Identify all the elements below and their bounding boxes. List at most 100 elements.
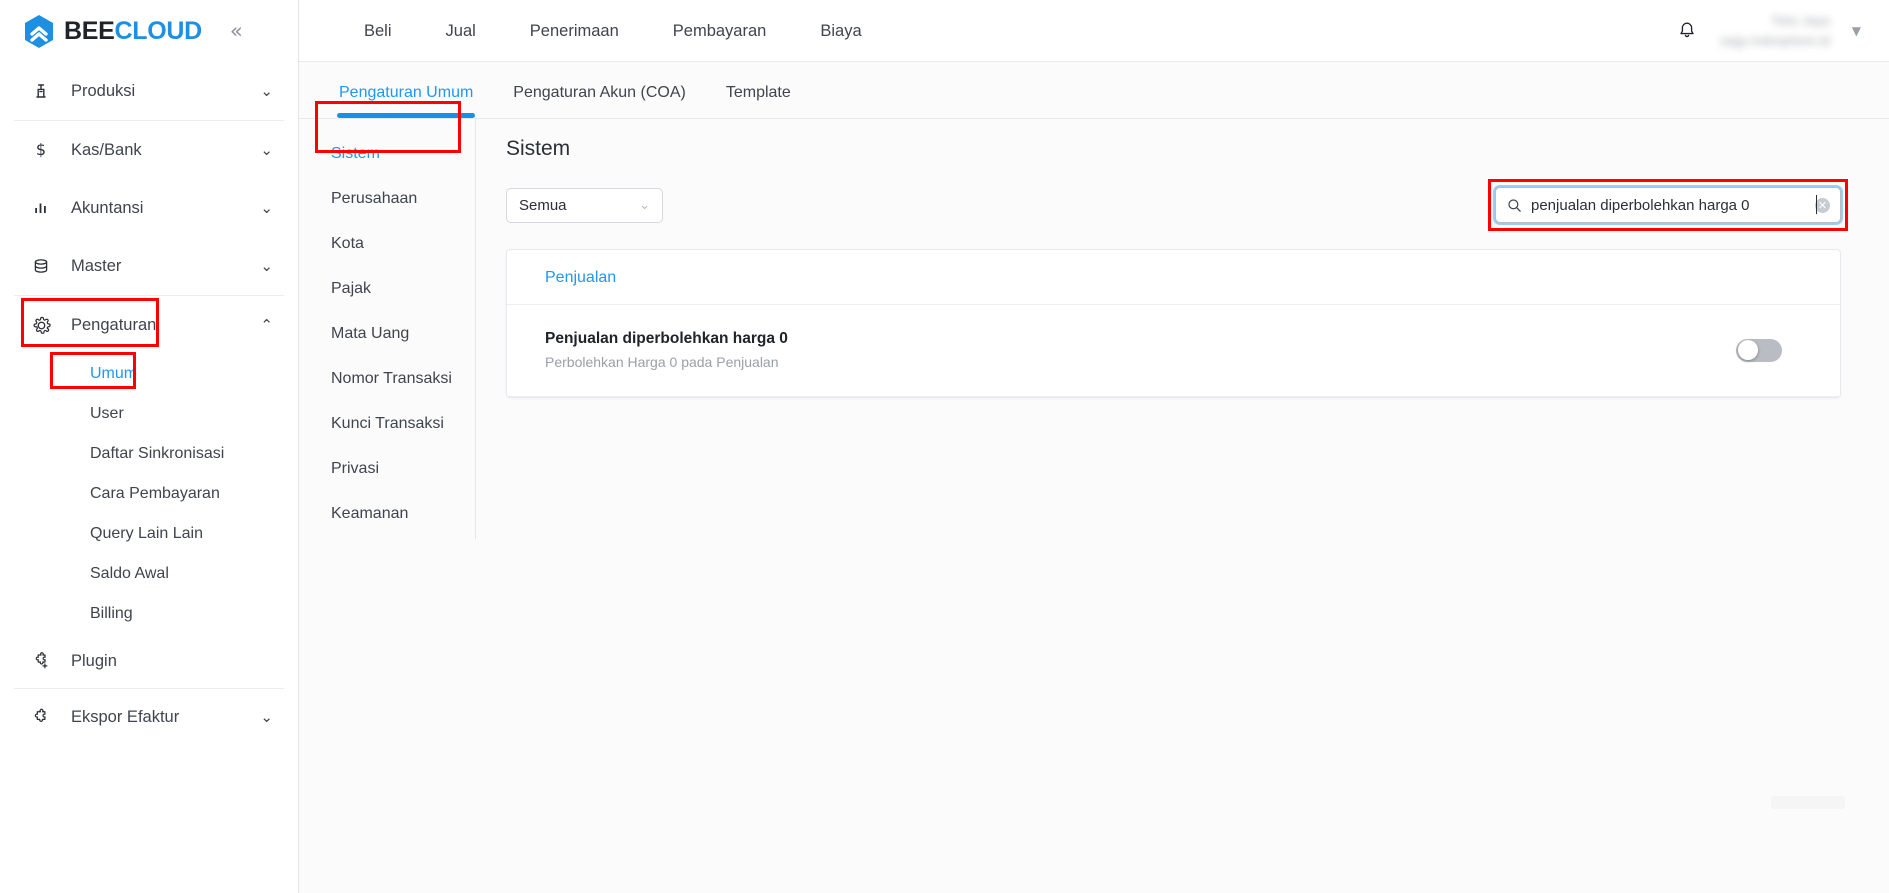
subnav-item-nomor-transaksi[interactable]: Nomor Transaksi [313, 356, 475, 401]
main-area: Beli Jual Penerimaan Pembayaran Biaya To… [299, 0, 1889, 893]
tab-pengaturan-umum[interactable]: Pengaturan Umum [319, 84, 493, 118]
setting-row: Penjualan diperbolehkan harga 0 Perboleh… [507, 305, 1840, 397]
subnav-item-perusahaan-label: Perusahaan [331, 189, 418, 207]
dollar-icon: $ [28, 141, 54, 159]
filter-row: Semua ⌄ penjualan diperbolehkan harga 0 … [506, 179, 1848, 231]
subnav-item-pajak[interactable]: Pajak [313, 266, 475, 311]
search-wrap: penjualan diperbolehkan harga 0 ✕ [1488, 179, 1848, 231]
user-info[interactable]: Toko Jaya sagy-indosphere.id [1720, 13, 1830, 48]
sidebar-collapse-icon[interactable]: « [230, 20, 243, 42]
subnav-item-nomor-transaksi-label: Nomor Transaksi [331, 369, 452, 387]
sidebar-subitem-user[interactable]: User [0, 394, 298, 434]
subnav-item-privasi[interactable]: Privasi [313, 446, 475, 491]
sidebar-subitem-query-lain-lain[interactable]: Query Lain Lain [0, 514, 298, 554]
settings-card: Penjualan Penjualan diperbolehkan harga … [506, 249, 1841, 398]
sidebar-subitem-cara-pembayaran-label: Cara Pembayaran [90, 485, 220, 502]
sidebar-subitem-umum[interactable]: Umum [0, 354, 298, 394]
sidebar-subitem-user-label: User [90, 405, 124, 422]
sidebar-item-plugin-label: Plugin [71, 651, 117, 670]
subnav-item-mata-uang-label: Mata Uang [331, 324, 410, 342]
tab-pengaturan-umum-label: Pengaturan Umum [339, 84, 474, 101]
subnav-item-privasi-label: Privasi [331, 459, 380, 477]
puzzle-plus-icon [28, 651, 54, 671]
app-root: BEECLOUD « Produksi ⌄ $ Kas/Bank ⌄ Akunt… [0, 0, 1889, 893]
sidebar-item-akuntansi-label: Akuntansi [71, 198, 144, 217]
sidebar-subitem-daftar-sinkronisasi[interactable]: Daftar Sinkronisasi [0, 434, 298, 474]
watermark [1771, 796, 1845, 809]
subnav-item-kota[interactable]: Kota [313, 221, 475, 266]
sidebar-subitem-daftar-sinkronisasi-label: Daftar Sinkronisasi [90, 445, 225, 462]
brand-title-bee: BEE [64, 16, 115, 45]
tab-template-label: Template [725, 84, 791, 101]
search-icon [1507, 198, 1531, 213]
tab-template[interactable]: Template [706, 84, 811, 118]
panel-title: Sistem [506, 137, 571, 160]
topnav-item-jual[interactable]: Jual [419, 0, 503, 62]
user-name: Toko Jaya [1771, 13, 1830, 28]
subnav-item-perusahaan[interactable]: Perusahaan [313, 176, 475, 221]
tab-pengaturan-akun-coa-label: Pengaturan Akun (COA) [513, 84, 686, 101]
search-input[interactable]: penjualan diperbolehkan harga 0 ✕ [1495, 187, 1841, 223]
sidebar-item-master[interactable]: Master ⌄ [0, 237, 298, 295]
sidebar-item-produksi[interactable]: Produksi ⌄ [0, 62, 298, 120]
gear-icon [28, 316, 54, 335]
subnav-item-kota-label: Kota [331, 234, 364, 252]
category-select[interactable]: Semua ⌄ [506, 187, 663, 223]
clear-search-icon[interactable]: ✕ [1815, 197, 1830, 213]
topnav-item-pembayaran[interactable]: Pembayaran [646, 0, 794, 62]
chevron-down-icon: ⌄ [260, 257, 273, 275]
sidebar-item-plugin[interactable]: Plugin [0, 634, 298, 688]
sidebar-item-ekspor-efaktur-label: Ekspor Efaktur [71, 707, 180, 726]
setting-description: Perbolehkan Harga 0 pada Penjualan [545, 354, 779, 370]
topbar: Beli Jual Penerimaan Pembayaran Biaya To… [299, 0, 1889, 62]
topnav-item-penerimaan[interactable]: Penerimaan [503, 0, 646, 62]
sidebar-item-akuntansi[interactable]: Akuntansi ⌄ [0, 179, 298, 237]
chevron-down-icon: ⌄ [260, 141, 273, 159]
card-group-title: Penjualan [507, 250, 1840, 305]
caret-down-icon[interactable]: ▼ [1852, 24, 1861, 38]
category-select-value: Semua [519, 196, 567, 214]
sidebar-item-produksi-label: Produksi [71, 81, 136, 100]
top-navigation: Beli Jual Penerimaan Pembayaran Biaya [337, 0, 889, 62]
subnav-item-kunci-transaksi[interactable]: Kunci Transaksi [313, 401, 475, 446]
brand: BEECLOUD « [0, 0, 298, 62]
sidebar-subitem-cara-pembayaran[interactable]: Cara Pembayaran [0, 474, 298, 514]
sidebar-subitem-saldo-awal-label: Saldo Awal [90, 565, 169, 582]
factory-icon [28, 82, 54, 100]
topbar-right: Toko Jaya sagy-indosphere.id ▼ [1676, 13, 1867, 48]
subnav-item-sistem-label: Sistem [331, 144, 380, 162]
sidebar-item-kas-bank-label: Kas/Bank [71, 140, 142, 159]
subnav-item-sistem[interactable]: Sistem [313, 131, 475, 176]
sidebar-subitem-query-lain-lain-label: Query Lain Lain [90, 525, 203, 542]
subnav-item-keamanan-label: Keamanan [331, 504, 409, 522]
chevron-down-icon: ⌄ [260, 199, 273, 217]
topnav-item-biaya[interactable]: Biaya [793, 0, 888, 62]
sidebar-item-pengaturan-label: Pengaturan [71, 315, 157, 334]
settings-subnav: Sistem Perusahaan Kota Pajak Mata Uang N… [313, 119, 476, 539]
settings-panel: Sistem Semua ⌄ penjualan diperbolehkan h… [476, 119, 1889, 893]
subnav-item-kunci-transaksi-label: Kunci Transaksi [331, 414, 444, 432]
brand-title: BEECLOUD [64, 16, 203, 45]
sidebar-item-ekspor-efaktur[interactable]: Ekspor Efaktur ⌄ [0, 689, 298, 745]
sidebar-item-kas-bank[interactable]: $ Kas/Bank ⌄ [0, 121, 298, 179]
sidebar-subitem-billing[interactable]: Billing [0, 594, 298, 634]
topnav-item-beli[interactable]: Beli [337, 0, 419, 62]
tab-pengaturan-akun-coa[interactable]: Pengaturan Akun (COA) [493, 84, 706, 118]
settings-tabs: Pengaturan Umum Pengaturan Akun (COA) Te… [299, 62, 1889, 153]
chevron-down-icon: ⌄ [639, 197, 650, 213]
svg-text:$: $ [36, 141, 46, 159]
content: Sistem Perusahaan Kota Pajak Mata Uang N… [299, 119, 1889, 893]
sidebar-item-pengaturan[interactable]: Pengaturan ⌃ [0, 296, 298, 354]
setting-toggle[interactable] [1736, 338, 1782, 362]
puzzle-icon [28, 708, 54, 727]
sidebar: BEECLOUD « Produksi ⌄ $ Kas/Bank ⌄ Akunt… [0, 0, 299, 893]
sidebar-subitem-saldo-awal[interactable]: Saldo Awal [0, 554, 298, 594]
chevron-down-icon: ⌄ [260, 82, 273, 100]
subnav-item-mata-uang[interactable]: Mata Uang [313, 311, 475, 356]
search-input-value: penjualan diperbolehkan harga 0 [1531, 194, 1817, 214]
bell-icon[interactable] [1676, 20, 1698, 42]
brand-title-cloud: CLOUD [114, 16, 203, 45]
sidebar-item-master-label: Master [71, 256, 122, 275]
user-account: sagy-indosphere.id [1719, 33, 1830, 48]
subnav-item-keamanan[interactable]: Keamanan [313, 491, 475, 536]
